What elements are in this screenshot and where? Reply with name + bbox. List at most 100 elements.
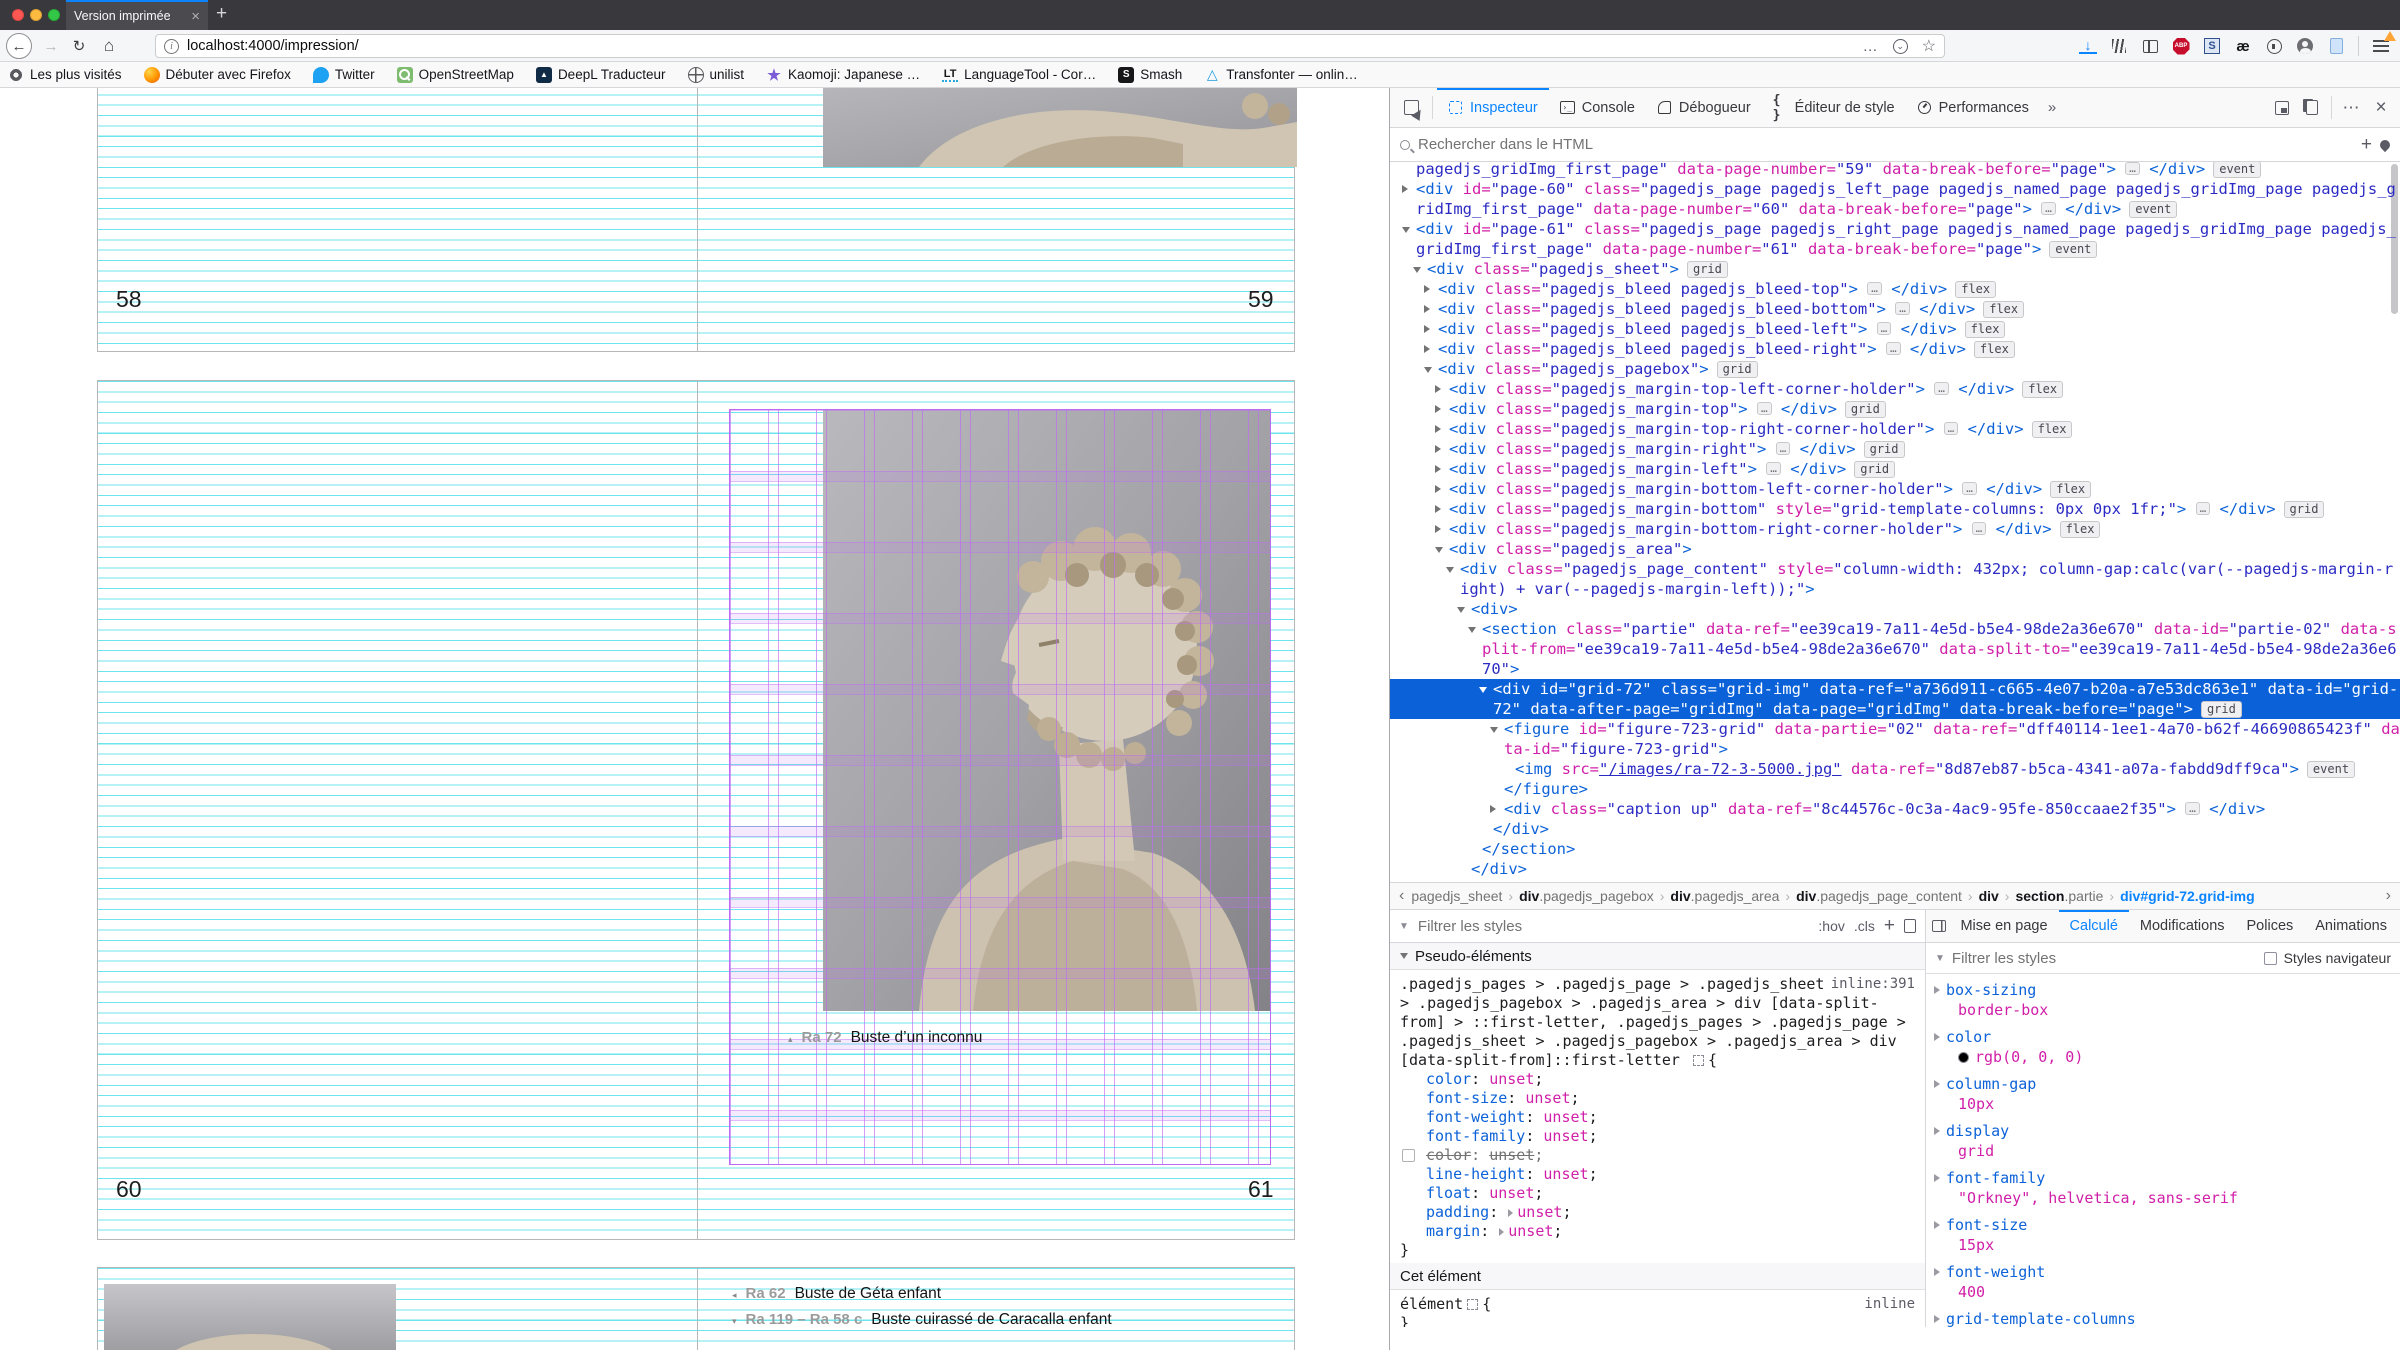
expand-arrow[interactable] [1435, 465, 1441, 473]
collapse-arrow[interactable] [1468, 627, 1476, 633]
declaration-checkbox[interactable] [1402, 1149, 1415, 1162]
collapse-arrow[interactable] [1435, 547, 1443, 553]
css-declaration[interactable]: font-family: unset; [1400, 1127, 1915, 1146]
close-window-button[interactable] [12, 9, 24, 21]
download-icon[interactable]: ↓ [2079, 39, 2097, 54]
collapsed-content-chip[interactable]: … [2041, 202, 2056, 215]
computed-property[interactable]: displaygrid [1934, 1121, 2400, 1161]
print-media-icon[interactable] [1904, 919, 1916, 933]
pseudo-elements-header[interactable]: Pseudo-éléments [1390, 943, 1925, 970]
iframe-picker-icon[interactable] [2267, 88, 2297, 127]
flex-badge[interactable]: flex [2060, 521, 2101, 538]
bookmark-triangle[interactable]: △Transfonter — onlin… [1204, 67, 1358, 83]
new-tab-button[interactable]: + [216, 3, 227, 25]
markup-node[interactable]: <div id="page-61" class="pagedjs_page pa… [1390, 219, 2400, 259]
computed-property[interactable]: grid-template-columns38.0833px 38.0833px… [1934, 1309, 2400, 1327]
collapsed-content-chip[interactable]: … [2185, 802, 2200, 815]
rule-selector[interactable]: inline:391.pagedjs_pages > .pagedjs_page… [1400, 975, 1915, 1070]
breadcrumb-item[interactable]: section.partie [2015, 888, 2103, 904]
rules-filter-placeholder[interactable]: Filtrer les styles [1418, 918, 1810, 935]
site-info-icon[interactable]: i [164, 39, 179, 54]
collapsed-content-chip[interactable]: … [1766, 462, 1781, 475]
markup-node[interactable]: <div class="pagedjs_bleed pagedjs_bleed-… [1390, 339, 2400, 359]
pseudo-class-toggle[interactable]: :hov [1818, 918, 1844, 934]
bookmark-lt[interactable]: LTLanguageTool - Cor… [942, 67, 1096, 82]
markup-node[interactable]: <div class="pagedjs_page_content" style=… [1390, 559, 2400, 599]
collapsed-content-chip[interactable]: … [1934, 382, 1949, 395]
back-button[interactable]: ← [6, 33, 32, 59]
forward-button[interactable]: → [38, 33, 64, 59]
sidebar-tab-calculé[interactable]: Calculé [2059, 910, 2129, 942]
devtools-tab-debugger[interactable]: Débogueur [1646, 88, 1762, 127]
add-node-button[interactable]: + [2361, 134, 2372, 156]
markup-node[interactable]: </div> [1390, 819, 2400, 839]
grid-badge[interactable]: grid [1717, 361, 1758, 378]
collapsed-content-chip[interactable]: … [1757, 402, 1772, 415]
collapsed-content-chip[interactable]: … [1972, 522, 1987, 535]
computed-property[interactable]: font-family"Orkney", helvetica, sans-ser… [1934, 1168, 2400, 1208]
breadcrumb-item[interactable]: div.pagedjs_area [1670, 888, 1779, 904]
computed-property[interactable]: colorrgb(0, 0, 0) [1934, 1027, 2400, 1067]
reload-button[interactable]: ↻ [66, 33, 92, 59]
library-icon[interactable] [2110, 37, 2128, 55]
browser-tab[interactable]: Version imprimée × [66, 0, 208, 30]
expand-arrow[interactable] [1435, 425, 1441, 433]
url-text[interactable]: localhost:4000/impression/ [187, 38, 1863, 54]
grid-badge[interactable]: grid [1687, 261, 1728, 278]
grid-badge[interactable]: grid [1864, 441, 1905, 458]
sidebar-tab-animations[interactable]: Animations [2304, 910, 2398, 942]
zoom-window-button[interactable] [48, 9, 60, 21]
breadcrumb-item[interactable]: div [1979, 888, 1999, 904]
bookmark-star-icon[interactable]: ☆ [1922, 36, 1936, 56]
css-declaration[interactable]: color: unset; [1400, 1070, 1915, 1089]
markup-node[interactable]: <div id="grid-72" class="grid-img" data-… [1390, 679, 2400, 719]
collapse-arrow[interactable] [1457, 607, 1465, 613]
collapse-arrow[interactable] [1446, 567, 1454, 573]
collapsed-content-chip[interactable]: … [1944, 422, 1959, 435]
computed-property[interactable]: box-sizingborder-box [1934, 980, 2400, 1020]
computed-property[interactable]: font-weight400 [1934, 1262, 2400, 1302]
breadcrumb-item[interactable]: pagedjs_sheet [1411, 888, 1502, 904]
grid-badge[interactable]: grid [1845, 401, 1886, 418]
css-declaration[interactable]: float: unset; [1400, 1184, 1915, 1203]
computed-property[interactable]: font-size15px [1934, 1215, 2400, 1255]
collapse-arrow[interactable] [1424, 367, 1432, 373]
bookmark-star[interactable]: ★Kaomoji: Japanese … [766, 67, 920, 83]
markup-node[interactable]: <div class="pagedjs_margin-bottom-right-… [1390, 519, 2400, 539]
markup-node[interactable]: <div> [1390, 599, 2400, 619]
markup-node[interactable]: <div class="pagedjs_margin-top"> … </div… [1390, 399, 2400, 419]
devtools-menu-icon[interactable]: ⋯ [2336, 88, 2366, 127]
expand-arrow[interactable] [1934, 1174, 1940, 1182]
markup-node[interactable]: <div class="pagedjs_bleed pagedjs_bleed-… [1390, 319, 2400, 339]
collapse-arrow[interactable] [1479, 687, 1487, 693]
collapsed-content-chip[interactable]: … [1776, 442, 1791, 455]
markup-node[interactable]: <div class="pagedjs_bleed pagedjs_bleed-… [1390, 279, 2400, 299]
add-rule-button[interactable]: + [1884, 915, 1895, 937]
devtools-tab-style-editor[interactable]: { }Éditeur de style [1762, 88, 1906, 127]
computed-property[interactable]: column-gap10px [1934, 1074, 2400, 1114]
expand-arrow[interactable] [1934, 1221, 1940, 1229]
page-doc-icon[interactable] [2327, 37, 2345, 55]
bookmark-smash[interactable]: SSmash [1118, 67, 1182, 83]
breadcrumb-item[interactable]: div.pagedjs_page_content [1796, 888, 1962, 904]
markup-node[interactable]: <img src="/images/ra-72-3-5000.jpg" data… [1390, 759, 2400, 779]
css-declaration[interactable]: color: unset; [1400, 1146, 1915, 1165]
ae-extension-icon[interactable]: æ [2234, 37, 2252, 55]
element-picker-icon[interactable] [1394, 88, 1428, 127]
home-button[interactable]: ⌂ [96, 33, 122, 59]
flex-badge[interactable]: flex [2050, 481, 2091, 498]
event-badge[interactable]: event [2213, 162, 2261, 178]
markup-node[interactable]: <div class="pagedjs_margin-right"> … </d… [1390, 439, 2400, 459]
grid-badge[interactable]: grid [2284, 501, 2325, 518]
expand-arrow[interactable] [1934, 986, 1940, 994]
rule-source-link[interactable]: inline:391 [1831, 975, 1915, 994]
collapsed-content-chip[interactable]: … [2125, 162, 2140, 175]
breadcrumb-scroll-left-icon[interactable]: ‹ [1394, 887, 1409, 905]
expand-arrow[interactable] [1424, 305, 1430, 313]
this-element-header[interactable]: Cet élément [1390, 1263, 1925, 1290]
markup-node[interactable]: </section> [1390, 839, 2400, 859]
css-declaration[interactable]: margin: unset; [1400, 1222, 1915, 1241]
markup-node[interactable]: <div class="pagedjs_area"> [1390, 539, 2400, 559]
expand-arrow[interactable] [1934, 1033, 1940, 1041]
markup-node[interactable]: <div id="page-60" class="pagedjs_page pa… [1390, 179, 2400, 219]
